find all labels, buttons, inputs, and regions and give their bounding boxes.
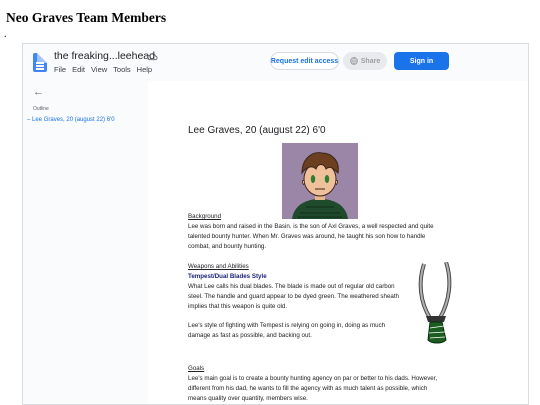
weapon-name: Tempest/Dual Blades Style (188, 273, 267, 280)
docs-logo-icon[interactable] (33, 53, 47, 72)
background-line: talented bounty hunter. When Mr. Graves … (188, 233, 426, 240)
globe-icon (349, 57, 358, 65)
weapon-line: implies that this weapon is quite old. (188, 303, 288, 310)
background-line: combat, and bounty hunting. (188, 243, 267, 250)
bullet-dot: . (4, 29, 7, 40)
style-line: Lee's style of fighting with Tempest is … (188, 322, 386, 329)
menu-tools[interactable]: Tools (113, 65, 131, 74)
document-heading: Lee Graves, 20 (august 22) 6'0 (188, 125, 326, 136)
doc-title[interactable]: the freaking...leehead (54, 50, 155, 62)
fighting-style-section: Lee's style of fighting with Tempest is … (188, 321, 418, 341)
goals-section: Goals Lee's main goal is to create a bou… (188, 364, 454, 404)
document-page: Lee Graves, 20 (august 22) 6'0 Backgroun… (148, 81, 528, 404)
background-section: Background Lee was born and raised in th… (188, 212, 448, 252)
goals-line: Lee's main goal is to create a bounty hu… (188, 375, 438, 382)
menu-view[interactable]: View (91, 65, 107, 74)
weapon-line: What Lee calls his dual blades. The blad… (188, 283, 395, 290)
menu-edit[interactable]: Edit (72, 65, 85, 74)
menu-bar: File Edit View Tools Help (54, 65, 152, 74)
request-edit-access-button[interactable]: Request edit access (270, 52, 339, 70)
character-portrait-image (282, 143, 358, 219)
dual-blades-image (418, 262, 452, 344)
cloud-status-icon[interactable] (147, 51, 158, 62)
doc-toolbar: the freaking...leehead File Edit View To… (23, 44, 528, 81)
goals-line: means quality over quantity, members wis… (188, 395, 308, 402)
goals-heading: Goals (188, 365, 205, 372)
google-docs-frame: the freaking...leehead File Edit View To… (22, 43, 529, 405)
menu-file[interactable]: File (54, 65, 66, 74)
share-label: Share (360, 57, 381, 65)
goals-line: different from his dad, he wants to fill… (188, 385, 428, 392)
share-button[interactable]: Share (343, 52, 387, 70)
sign-in-button[interactable]: Sign in (394, 52, 449, 70)
back-arrow-icon[interactable]: ← (33, 86, 44, 98)
outline-item-label: Lee Graves, 20 (august 22) 6'0 (32, 117, 115, 123)
menu-help[interactable]: Help (137, 65, 152, 74)
outline-label: Outline (33, 106, 49, 112)
weapon-line: steel. The handle and guard appear to be… (188, 293, 399, 300)
background-heading: Background (188, 213, 222, 220)
page-heading: Neo Graves Team Members (6, 10, 167, 25)
background-line: Lee was born and raised in the Basin. is… (188, 223, 434, 230)
outline-sidebar: ← Outline – Lee Graves, 20 (august 22) 6… (23, 81, 148, 404)
outline-item[interactable]: – Lee Graves, 20 (august 22) 6'0 (27, 117, 115, 123)
weapons-heading: Weapons and Abilities (188, 263, 249, 270)
style-line: damage as fast as possible, and backing … (188, 332, 312, 339)
weapons-section: Weapons and Abilities Tempest/Dual Blade… (188, 262, 418, 312)
